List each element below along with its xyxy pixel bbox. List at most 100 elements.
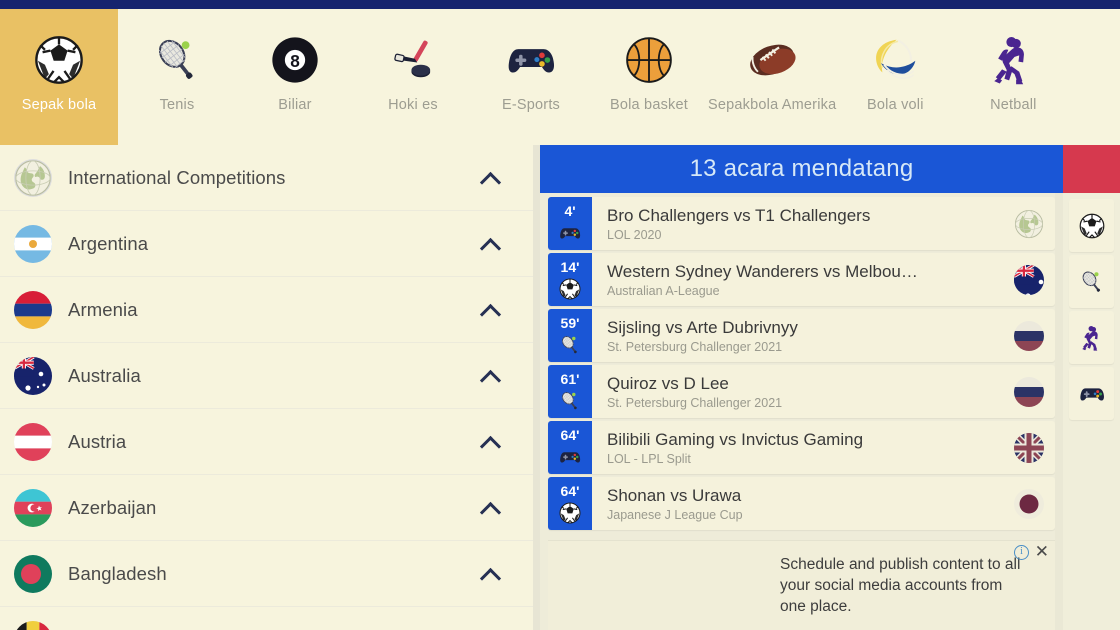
sport-tab-bola-basket[interactable]: Bola basket: [590, 9, 708, 145]
sport-tab-label: Bola voli: [867, 97, 924, 113]
tennis-racket-icon: [558, 333, 582, 357]
gamepad-icon: [560, 228, 581, 239]
event-flag: [1003, 365, 1055, 418]
flag-bangladesh: [14, 554, 52, 593]
chevron-up-icon[interactable]: [481, 366, 501, 386]
right-rail-item[interactable]: [1069, 311, 1114, 364]
country-name: Australia: [68, 364, 141, 386]
country-row[interactable]: Armenia: [0, 277, 533, 343]
event-time: 64': [560, 426, 580, 443]
sport-tab-label: Sepak bola: [21, 97, 97, 113]
right-rail-item[interactable]: [1069, 367, 1114, 420]
american-football-icon: [743, 31, 801, 89]
event-row[interactable]: 4' Bro Challengers vs T1 Challengers LOL …: [548, 197, 1055, 250]
flag-austria: [14, 422, 52, 461]
gamepad-icon: [1078, 380, 1106, 408]
sport-tab-netball[interactable]: Netball: [954, 9, 1072, 145]
sport-tab-label: E-Sports: [501, 97, 560, 113]
tennis-racket-icon: [158, 39, 193, 79]
chevron-up-icon[interactable]: [481, 564, 501, 584]
volleyball-icon: [866, 31, 924, 89]
country-row[interactable]: [0, 607, 533, 630]
app-root: Sepak bola Tenis 8 Biliar Hoki es E-Spor…: [0, 0, 1120, 630]
svg-text:8: 8: [290, 51, 300, 71]
soccer-ball-icon: [559, 278, 581, 300]
flag-australia: [14, 356, 52, 395]
event-flag: [1003, 477, 1055, 530]
sport-tab-sepak-bola[interactable]: Sepak bola: [0, 9, 118, 145]
sport-tab-tenis[interactable]: Tenis: [118, 9, 236, 145]
event-time-box: 59': [548, 309, 592, 362]
basketball-icon: [620, 31, 678, 89]
flag-russia: [1014, 320, 1044, 351]
sidebar-scrollbar[interactable]: [533, 145, 540, 630]
event-title: Bro Challengers vs T1 Challengers: [607, 205, 871, 225]
country-row[interactable]: Bangladesh: [0, 541, 533, 607]
right-rail-item[interactable]: [1069, 199, 1114, 252]
chevron-up-icon[interactable]: [481, 432, 501, 452]
tennis-racket-icon: [1082, 271, 1100, 292]
event-row[interactable]: 59' Sijsling vs Arte Dubrivnyy St. Peters…: [548, 309, 1055, 362]
country-row[interactable]: Austria: [0, 409, 533, 475]
country-row[interactable]: Azerbaijan: [0, 475, 533, 541]
browser-top-strip: [0, 0, 1120, 9]
flag-australia: [1014, 264, 1044, 295]
flag-bangladesh: [14, 554, 52, 593]
event-row[interactable]: 64' Shonan vs Urawa Japanese J League Cup: [548, 477, 1055, 530]
sport-tab-label: Tenis: [159, 97, 195, 113]
flag-uk: [1014, 432, 1044, 463]
ad-banner[interactable]: Schedule and publish content to all your…: [548, 540, 1055, 630]
chevron-up-icon[interactable]: [481, 498, 501, 518]
country-name: Azerbaijan: [68, 496, 157, 518]
tennis-racket-icon: [1078, 268, 1106, 296]
event-league: St. Petersburg Challenger 2021: [607, 340, 783, 355]
event-flag: [1003, 309, 1055, 362]
event-body: Bilibili Gaming vs Invictus Gaming LOL - …: [592, 421, 1003, 474]
ad-info-icon[interactable]: i: [1014, 545, 1029, 560]
netball-player-icon: [1078, 324, 1106, 352]
flag-australia: [1014, 264, 1044, 295]
sport-tab-sepakbola-amerika[interactable]: Sepakbola Amerika: [708, 9, 836, 145]
event-time-box: 64': [548, 477, 592, 530]
sport-tab-hoki-es[interactable]: Hoki es: [354, 9, 472, 145]
event-title: Sijsling vs Arte Dubrivnyy: [607, 317, 798, 337]
event-row[interactable]: 14' Western Sydney Wanderers vs Melbou… A…: [548, 253, 1055, 306]
event-title: Western Sydney Wanderers vs Melbou…: [607, 261, 918, 281]
volleyball-icon: [876, 39, 916, 80]
sport-tab-bola-voli[interactable]: Bola voli: [836, 9, 954, 145]
event-row[interactable]: 61' Quiroz vs D Lee St. Petersburg Challe…: [548, 365, 1055, 418]
gamepad-icon: [560, 452, 581, 463]
sport-tab-biliar[interactable]: 8 Biliar: [236, 9, 354, 145]
event-time: 64': [560, 482, 580, 499]
gamepad-icon: [1079, 387, 1104, 400]
tennis-racket-icon: [562, 336, 577, 354]
ad-text: Schedule and publish content to all your…: [780, 556, 1021, 615]
event-title: Bilibili Gaming vs Invictus Gaming: [607, 429, 864, 449]
sport-tab-e-sports[interactable]: E-Sports: [472, 9, 590, 145]
flag-russia: [1014, 320, 1044, 351]
right-rail-header: [1063, 145, 1120, 193]
soccer-ball-icon: [558, 501, 582, 525]
basketball-icon: [626, 37, 672, 83]
event-league: LOL - LPL Split: [607, 452, 691, 467]
chevron-up-icon[interactable]: [481, 168, 501, 188]
event-league: Australian A-League: [607, 284, 720, 299]
right-rail-item[interactable]: [1069, 255, 1114, 308]
country-name: Argentina: [68, 232, 149, 254]
country-sidebar: International Competitions Argentina Arm…: [0, 145, 533, 630]
event-flag: [1003, 253, 1055, 306]
country-row[interactable]: Australia: [0, 343, 533, 409]
globe-icon: [1014, 209, 1044, 238]
ad-close-icon[interactable]: ✕: [1035, 543, 1049, 560]
chevron-up-icon[interactable]: [481, 300, 501, 320]
country-row[interactable]: International Competitions: [0, 145, 533, 211]
tennis-racket-icon: [562, 392, 577, 410]
netball-player-icon: [1081, 325, 1098, 351]
country-row[interactable]: Argentina: [0, 211, 533, 277]
flag-russia: [1014, 376, 1044, 407]
chevron-up-icon[interactable]: [481, 234, 501, 254]
event-row[interactable]: 64' Bilibili Gaming vs Invictus Gaming LO…: [548, 421, 1055, 474]
panel-title: 13 acara mendatang: [540, 145, 1063, 193]
right-rail: [1063, 145, 1120, 630]
event-body: Sijsling vs Arte Dubrivnyy St. Petersburg…: [592, 309, 1003, 362]
